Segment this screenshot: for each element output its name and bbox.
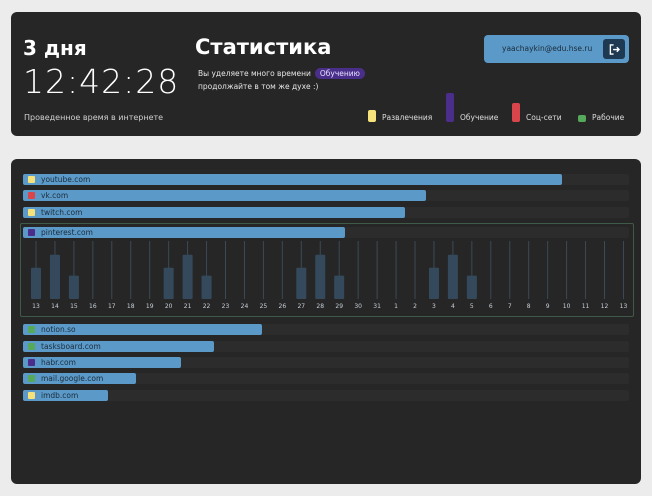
- timeline-date-label: 22: [203, 303, 211, 310]
- timeline-date-label: 10: [563, 303, 571, 310]
- timeline-bar: [182, 254, 193, 299]
- timeline-date-label: 31: [373, 303, 381, 310]
- timeline-bar: [201, 275, 212, 299]
- timeline-date-label: 29: [335, 303, 343, 310]
- site-name: vk.com: [41, 191, 69, 200]
- legend-bar-edu: [446, 93, 454, 122]
- site-row[interactable]: notion.so: [23, 324, 629, 335]
- category-color-icon: [28, 343, 35, 350]
- timeline-bar: [428, 267, 439, 299]
- timeline-date-label: 23: [222, 303, 230, 310]
- legend-label-edu: Обучение: [460, 113, 499, 122]
- site-name: habr.com: [41, 358, 76, 367]
- timeline-date-label: 28: [316, 303, 324, 310]
- site-row[interactable]: imdb.com: [23, 390, 629, 401]
- logout-button[interactable]: [603, 39, 625, 59]
- legend-bar-ent: [368, 110, 376, 122]
- timeline-date-label: 8: [527, 303, 531, 310]
- logout-icon: [609, 43, 620, 55]
- timeline-bar: [49, 254, 60, 299]
- site-row[interactable]: pinterest.com: [23, 227, 629, 238]
- page-title: Статистика: [195, 35, 332, 59]
- timeline-bar: [315, 254, 326, 299]
- header-panel: 3 дня 12:42:28 Проведенное время в интер…: [11, 12, 641, 136]
- legend-bar-work: [578, 115, 586, 122]
- timeline-date-label: 21: [184, 303, 192, 310]
- category-color-icon: [28, 192, 35, 199]
- timeline-date-label: 16: [89, 303, 97, 310]
- timeline-date-label: 5: [470, 303, 474, 310]
- timeline-bar: [163, 267, 174, 299]
- timeline-date-label: 24: [241, 303, 249, 310]
- legend-bar-soc: [512, 103, 520, 122]
- timeline-date-label: 2: [413, 303, 417, 310]
- category-color-icon: [28, 326, 35, 333]
- online-time-label: Проведенное время в интернете: [24, 113, 164, 122]
- site-row[interactable]: habr.com: [23, 357, 629, 368]
- timeline-date-label: 17: [108, 303, 116, 310]
- stat-message-text: Вы уделяете много времени: [198, 69, 311, 78]
- stat-message: Вы уделяете много времени Обучению: [198, 68, 365, 79]
- legend-label-soc: Соц-сети: [526, 113, 562, 122]
- timeline-date-label: 30: [354, 303, 362, 310]
- site-name: imdb.com: [41, 391, 79, 400]
- timeline-date-label: 26: [279, 303, 287, 310]
- time-counter: 12:42:28: [23, 62, 180, 101]
- timeline-bar: [447, 254, 458, 299]
- site-name: youtube.com: [41, 175, 91, 184]
- timeline-date-label: 25: [260, 303, 268, 310]
- timeline-bar: [296, 267, 307, 299]
- category-color-icon: [28, 209, 35, 216]
- site-name: mail.google.com: [41, 374, 104, 383]
- timeline-date-label: 6: [489, 303, 493, 310]
- category-color-icon: [28, 375, 35, 382]
- stat-category-tag: Обучению: [314, 68, 365, 79]
- site-usage-bar: [23, 190, 426, 201]
- timeline-date-label: 27: [297, 303, 305, 310]
- site-name: twitch.com: [41, 208, 83, 217]
- timeline-bar: [466, 275, 477, 299]
- site-row[interactable]: tasksboard.com: [23, 341, 629, 352]
- timeline-date-label: 13: [32, 303, 40, 310]
- site-usage-bar: [23, 174, 562, 185]
- timeline-date-label: 18: [127, 303, 135, 310]
- days-counter: 3 дня: [23, 36, 87, 60]
- timeline-date-label: 1: [394, 303, 398, 310]
- category-color-icon: [28, 392, 35, 399]
- user-email: yaachaykin@edu.hse.ru: [502, 44, 593, 53]
- timeline-date-label: 3: [432, 303, 436, 310]
- site-row[interactable]: vk.com: [23, 190, 629, 201]
- category-color-icon: [28, 229, 35, 236]
- timeline-bar: [68, 275, 79, 299]
- timeline-date-label: 12: [601, 303, 609, 310]
- timeline-date-label: 13: [620, 303, 628, 310]
- category-color-icon: [28, 176, 35, 183]
- site-name: tasksboard.com: [41, 342, 101, 351]
- timeline-date-label: 4: [451, 303, 455, 310]
- site-row[interactable]: youtube.com: [23, 174, 629, 185]
- timeline-date-label: 7: [508, 303, 512, 310]
- category-color-icon: [28, 359, 35, 366]
- timeline-date-label: 14: [51, 303, 59, 310]
- site-name: notion.so: [41, 325, 76, 334]
- timeline-date-label: 9: [546, 303, 550, 310]
- timeline-date-label: 15: [70, 303, 78, 310]
- legend-label-work: Рабочие: [592, 113, 625, 122]
- timeline-date-label: 11: [582, 303, 590, 310]
- site-row[interactable]: twitch.com: [23, 207, 629, 218]
- site-name: pinterest.com: [41, 228, 93, 237]
- sites-panel: youtube.com vk.com twitch.com 13 14 15 16 17 18 1…: [11, 159, 641, 484]
- timeline-bar: [334, 275, 345, 299]
- timeline-date-label: 20: [165, 303, 173, 310]
- timeline-date-label: 19: [146, 303, 154, 310]
- timeline-bar: [31, 267, 41, 299]
- site-row[interactable]: mail.google.com: [23, 373, 629, 384]
- legend-label-ent: Развлечения: [382, 113, 433, 122]
- user-account-box: yaachaykin@edu.hse.ru: [484, 35, 629, 63]
- stat-message-followup: продолжайте в том же духе :): [198, 82, 319, 91]
